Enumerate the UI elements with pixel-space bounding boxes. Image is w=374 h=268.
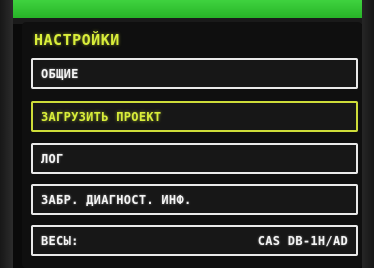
menu-item-log[interactable]: ЛОГ	[31, 143, 358, 174]
menu-item-general[interactable]: ОБЩИЕ	[31, 58, 358, 89]
menu-item-diagnostic-info[interactable]: ЗАБР. ДИАГНОСТ. ИНФ.	[31, 184, 358, 215]
menu-item-label: ЗАБР. ДИАГНОСТ. ИНФ.	[41, 192, 192, 207]
menu-item-scales[interactable]: ВЕСЫ: CAS DB-1H/AD	[31, 225, 358, 256]
device-bezel-right	[362, 0, 374, 268]
menu-item-label: ВЕСЫ:	[41, 233, 79, 248]
device-bezel-left	[0, 0, 13, 268]
scales-model-value: CAS DB-1H/AD	[257, 233, 348, 248]
page-title: НАСТРОЙКИ	[34, 31, 120, 49]
menu-item-label: ОБЩИЕ	[41, 66, 79, 81]
menu-item-label: ЛОГ	[41, 151, 64, 166]
menu-item-label: ЗАГРУЗИТЬ ПРОЕКТ	[41, 109, 162, 124]
device-bezel-top	[0, 0, 374, 18]
menu-item-load-project[interactable]: ЗАГРУЗИТЬ ПРОЕКТ	[31, 101, 358, 132]
